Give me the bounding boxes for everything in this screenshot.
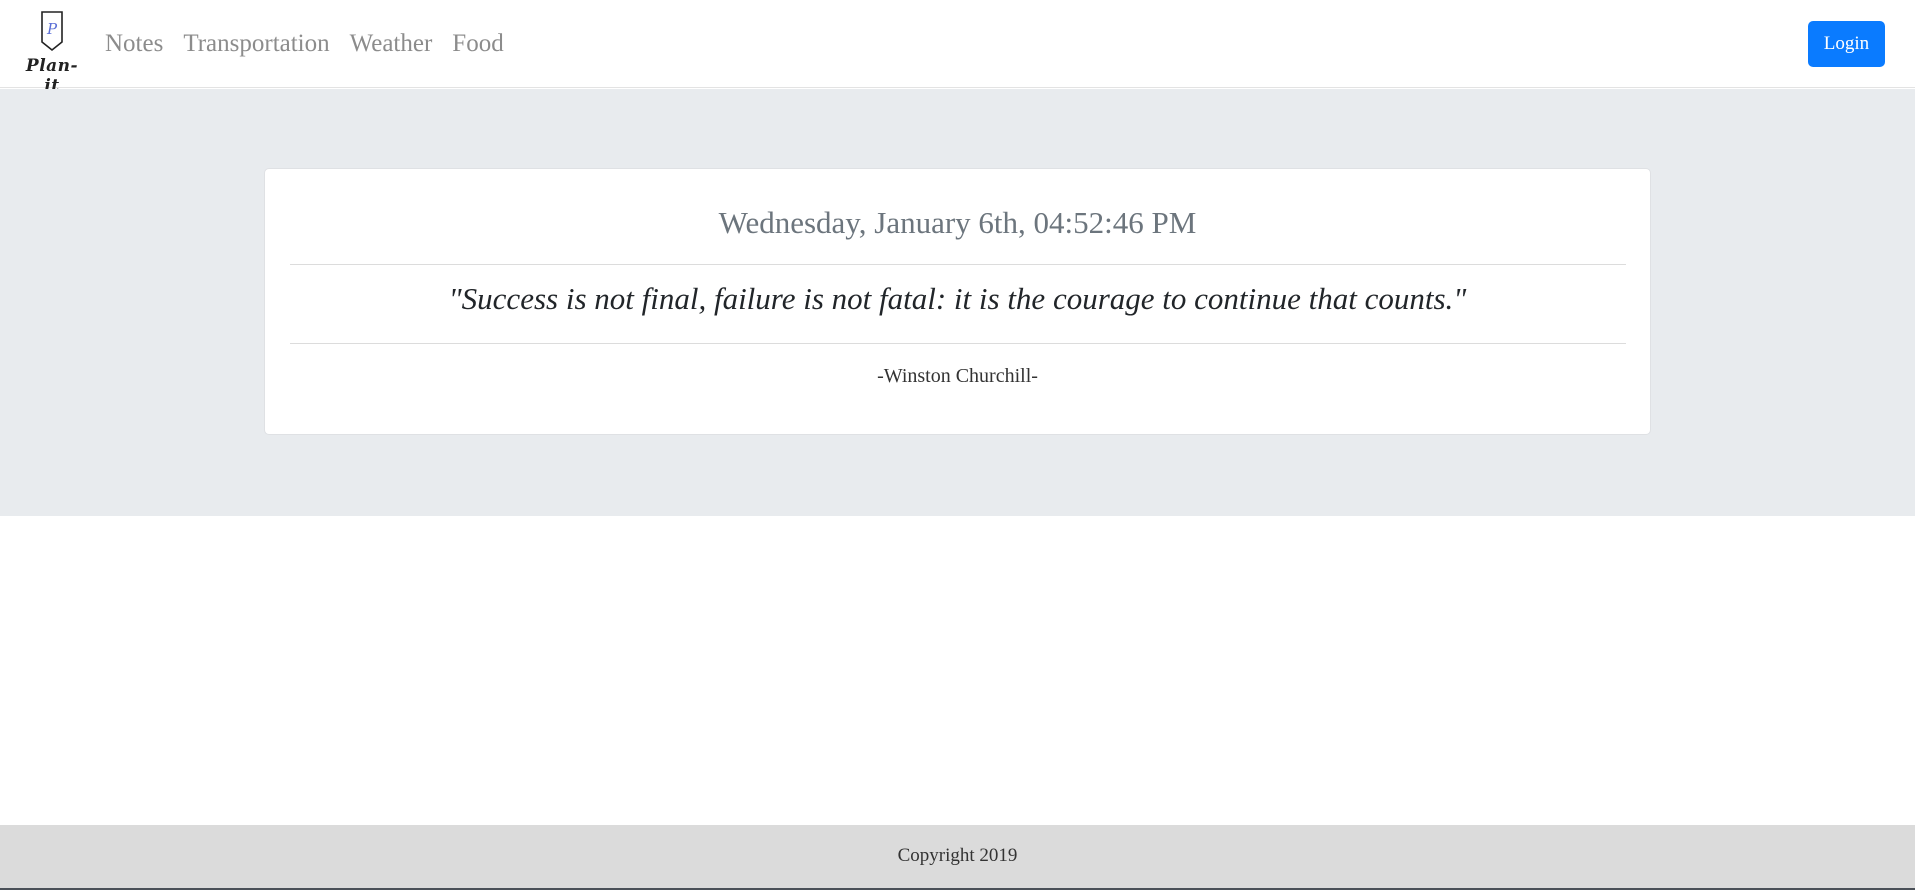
hero-section: Wednesday, January 6th, 04:52:46 PM "Suc… (0, 89, 1915, 516)
current-datetime: Wednesday, January 6th, 04:52:46 PM (718, 205, 1197, 240)
login-button[interactable]: Login (1808, 21, 1885, 67)
nav-link-weather[interactable]: Weather (340, 24, 443, 64)
quote-author: -Winston Churchill- (877, 365, 1038, 387)
svg-text:P: P (46, 20, 58, 38)
flag-p-icon: P (41, 11, 63, 52)
footer: Copyright 2019 (0, 825, 1915, 890)
brand-logo-link[interactable]: P Plan-it (18, 8, 86, 96)
nav-link-notes[interactable]: Notes (95, 24, 173, 64)
copyright-text: Copyright 2019 (897, 845, 1018, 866)
nav-link-transportation[interactable]: Transportation (173, 24, 339, 64)
nav-link-food[interactable]: Food (442, 24, 513, 64)
divider (290, 343, 1626, 344)
nav-links: Notes Transportation Weather Food (95, 24, 514, 64)
navbar: P Plan-it Notes Transportation Weather F… (0, 0, 1915, 96)
quote-text: "Success is not final, failure is not fa… (448, 281, 1467, 316)
divider (290, 264, 1626, 265)
quote-card: Wednesday, January 6th, 04:52:46 PM "Suc… (264, 168, 1651, 435)
